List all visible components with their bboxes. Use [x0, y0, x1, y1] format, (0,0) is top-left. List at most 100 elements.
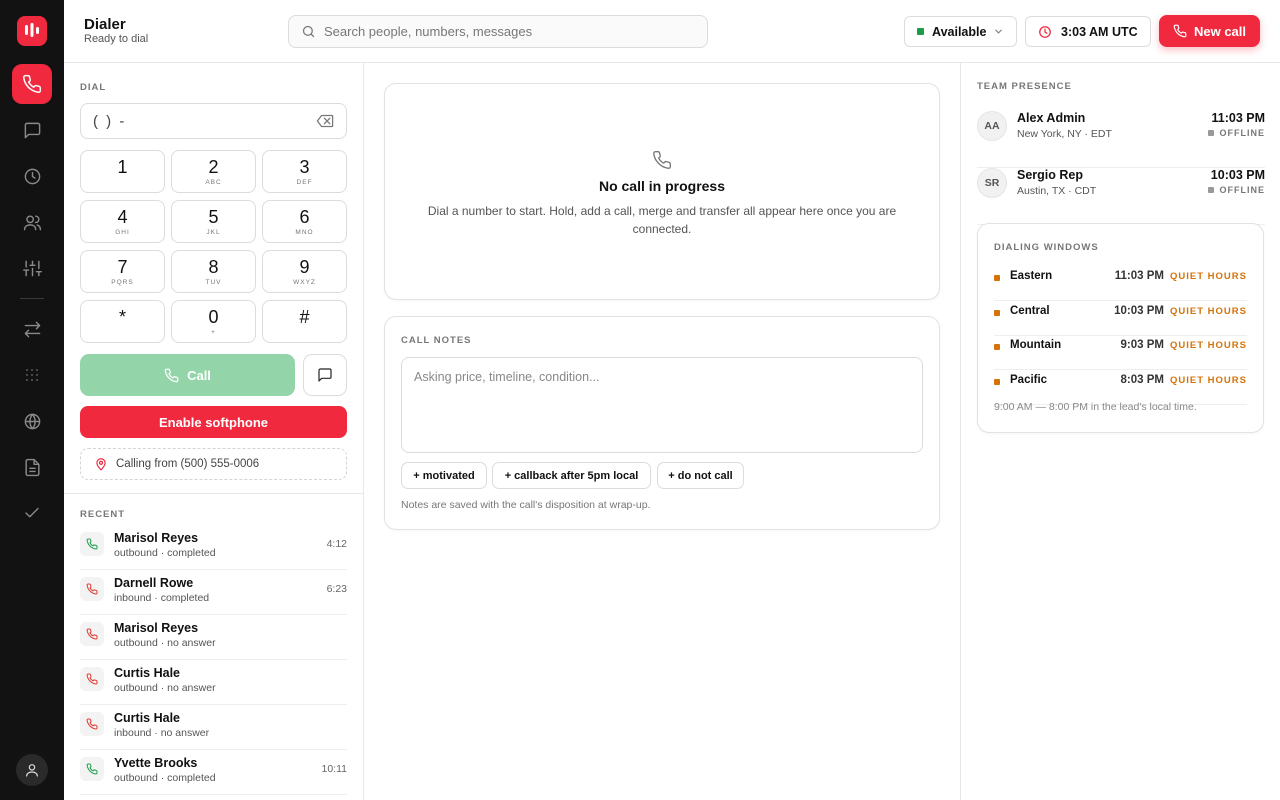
call-status-description: Dial a number to start. Hold, add a call…: [427, 204, 897, 236]
avatar: AA: [977, 111, 1007, 141]
key-digit: *: [118, 307, 126, 327]
key-letters: +: [211, 329, 216, 336]
dialing-window-row: Central 10:03 PM QUIET HOURS: [994, 301, 1247, 336]
team-member-row[interactable]: SR Sergio Rep Austin, TX · CDT 10:03 PM …: [977, 168, 1265, 225]
status-dot: [994, 310, 1000, 316]
key-digit: 3: [299, 157, 310, 177]
timezone-time: 9:03 PM: [1120, 339, 1164, 351]
keypad-key-7[interactable]: 7 PQRS: [80, 250, 165, 293]
nav-check-icon[interactable]: [12, 493, 52, 533]
app-logo-icon: [17, 16, 47, 46]
new-call-button[interactable]: New call: [1159, 15, 1260, 47]
member-location: New York, NY · EDT: [1017, 128, 1112, 140]
user-avatar-icon[interactable]: [16, 754, 48, 786]
call-button-label: Call: [187, 367, 211, 383]
tag-chip-do-not-call[interactable]: + do not call: [657, 462, 744, 489]
tag-chip-motivated[interactable]: + motivated: [401, 462, 487, 489]
key-digit: 1: [117, 157, 128, 177]
member-name: Alex Admin: [1017, 111, 1086, 125]
recent-contact-name: Curtis Hale: [114, 666, 180, 680]
dial-number-field[interactable]: ( ) -: [80, 103, 347, 139]
key-digit: #: [299, 307, 310, 327]
recent-call-item[interactable]: Marisol Reyes outbound · no answer: [80, 615, 347, 660]
calling-from-selector[interactable]: Calling from (500) 555-0006: [80, 448, 347, 480]
recent-call-meta: outbound · completed: [114, 547, 216, 559]
recent-call-item[interactable]: Marisol Reyes outbound · completed 4:12: [80, 525, 347, 570]
nav-rail: [0, 0, 64, 800]
dial-number-value: ( ) -: [93, 112, 127, 130]
recent-section-label: RECENT: [80, 509, 126, 520]
nav-document-icon[interactable]: [12, 447, 52, 487]
recent-call-item[interactable]: Curtis Hale inbound · no answer: [80, 705, 347, 750]
nav-message-icon[interactable]: [12, 110, 52, 150]
nav-transfer-icon[interactable]: [12, 309, 52, 349]
nav-globe-icon[interactable]: [12, 401, 52, 441]
nav-grid-icon[interactable]: [12, 355, 52, 395]
clock-icon: [1039, 25, 1051, 38]
status-dot: [994, 275, 1000, 281]
recent-call-meta: outbound · no answer: [114, 637, 216, 649]
key-digit: 2: [208, 157, 219, 177]
keypad-key-9[interactable]: 9 WXYZ: [262, 250, 347, 293]
status-dot: [917, 28, 924, 35]
key-letters: MNO: [295, 229, 314, 236]
timezone-time: 10:03 PM: [1114, 305, 1164, 317]
dialing-window-row: Mountain 9:03 PM QUIET HOURS: [994, 335, 1247, 370]
status-dot: [1207, 187, 1214, 193]
status-badge: QUIET HOURS: [1170, 375, 1247, 386]
key-digit: 7: [117, 257, 128, 277]
availability-label: Available: [932, 24, 987, 39]
team-member-row[interactable]: AA Alex Admin New York, NY · EDT 11:03 P…: [977, 111, 1265, 168]
key-letters: PQRS: [111, 279, 134, 286]
recent-contact-name: Curtis Hale: [114, 711, 180, 725]
nav-sliders-icon[interactable]: [12, 248, 52, 288]
member-local-time: 10:03 PM: [1210, 168, 1265, 182]
search-input[interactable]: [324, 24, 694, 39]
keypad-key-0[interactable]: 0 +: [171, 300, 256, 343]
nav-phone-icon[interactable]: [12, 64, 52, 104]
call-notes-textarea[interactable]: [401, 357, 923, 453]
chevron-down-icon: [995, 29, 1002, 34]
dialing-window-row: Pacific 8:03 PM QUIET HOURS: [994, 370, 1247, 405]
keypad-key-8[interactable]: 8 TUV: [171, 250, 256, 293]
key-letters: JKL: [206, 229, 221, 236]
dial-section-label: DIAL: [80, 82, 107, 93]
keypad-key-6[interactable]: 6 MNO: [262, 200, 347, 243]
call-notes-card: CALL NOTES + motivated + callback after …: [384, 316, 940, 530]
key-letters: WXYZ: [293, 279, 316, 286]
keypad-key-2[interactable]: 2 ABC: [171, 150, 256, 193]
backspace-icon[interactable]: [316, 114, 334, 128]
dialing-window-footer: 9:00 AM — 8:00 PM in the lead's local ti…: [994, 401, 1197, 413]
keypad-key-1[interactable]: 1: [80, 150, 165, 193]
search-icon: [302, 25, 315, 38]
keypad-key-hash[interactable]: #: [262, 300, 347, 343]
tag-chip-callback[interactable]: + callback after 5pm local: [492, 462, 651, 489]
status-dot: [994, 344, 1000, 350]
availability-dropdown[interactable]: Available: [904, 16, 1017, 47]
dialing-window-row: Eastern 11:03 PM QUIET HOURS: [994, 266, 1247, 301]
recent-contact-name: Darnell Rowe: [114, 576, 194, 590]
search-box[interactable]: [288, 15, 708, 48]
key-digit: 4: [117, 207, 128, 227]
keypad-key-5[interactable]: 5 JKL: [171, 200, 256, 243]
keypad-key-3[interactable]: 3 DEF: [262, 150, 347, 193]
sms-button[interactable]: [303, 354, 347, 396]
enable-softphone-button[interactable]: Enable softphone: [80, 406, 347, 438]
nav-clock-icon[interactable]: [12, 156, 52, 196]
keypad-key-4[interactable]: 4 GHI: [80, 200, 165, 243]
recent-contact-name: Marisol Reyes: [114, 531, 199, 545]
nav-users-icon[interactable]: [12, 202, 52, 242]
notes-footer: Notes are saved with the call's disposit…: [401, 499, 651, 511]
recent-call-item[interactable]: Darnell Rowe inbound · completed 6:23: [80, 570, 347, 615]
status-badge: QUIET HOURS: [1170, 306, 1247, 317]
call-status-title: No call in progress: [598, 178, 726, 194]
key-digit: 0: [208, 307, 219, 327]
top-header: Dialer Ready to dial Available 3:03 AM U…: [64, 0, 1280, 63]
recent-call-item[interactable]: Curtis Hale outbound · no answer: [80, 660, 347, 705]
page-title: Dialer: [84, 16, 126, 33]
call-button[interactable]: Call: [80, 354, 295, 396]
recent-call-meta: inbound · completed: [114, 592, 210, 604]
recent-call-meta: outbound · no answer: [114, 682, 216, 694]
keypad-key-star[interactable]: *: [80, 300, 165, 343]
recent-call-item[interactable]: Yvette Brooks outbound · completed 10:11: [80, 750, 347, 795]
